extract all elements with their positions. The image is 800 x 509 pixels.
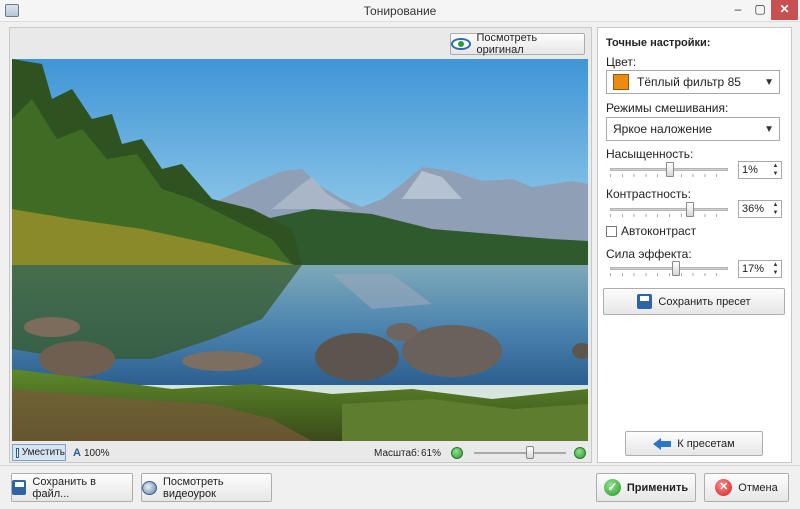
- saturation-slider-thumb[interactable]: [666, 162, 675, 177]
- strength-slider-track[interactable]: [610, 267, 728, 270]
- footer-bar: Сохранить в файл... Посмотреть видеоурок…: [0, 465, 800, 509]
- cancel-button[interactable]: ✕ Отмена: [704, 473, 789, 502]
- zoom-minus-icon[interactable]: [451, 447, 463, 459]
- minimize-button[interactable]: –: [727, 0, 749, 20]
- color-value: Тёплый фильтр 85: [637, 75, 741, 89]
- blend-value: Яркое наложение: [613, 122, 713, 136]
- apply-button[interactable]: ✓ Применить: [596, 473, 696, 502]
- zoom-slider-thumb[interactable]: [526, 446, 535, 459]
- zoom-label: Масштаб:: [374, 448, 420, 459]
- color-swatch: [613, 74, 629, 90]
- window-title: Тонирование: [363, 4, 437, 18]
- contrast-slider-thumb[interactable]: [686, 202, 695, 217]
- original-size-icon: A: [73, 447, 81, 459]
- preview-toolbar: Уместить A 100% Масштаб: 61%: [9, 443, 592, 463]
- blend-mode-select[interactable]: Яркое наложение ▼: [606, 117, 780, 141]
- fit-label: Уместить: [21, 447, 65, 458]
- landscape-image: [12, 59, 588, 441]
- close-icon: ✕: [715, 479, 733, 496]
- strength-ticks: [610, 273, 728, 276]
- save-preset-button[interactable]: Сохранить пресет: [603, 288, 785, 315]
- cancel-label: Отмена: [738, 481, 778, 494]
- video-icon: [142, 480, 157, 495]
- zoom-plus-icon[interactable]: [574, 447, 586, 459]
- autocontrast-label: Автоконтраст: [621, 224, 697, 238]
- save-to-file-button[interactable]: Сохранить в файл...: [11, 473, 133, 502]
- settings-panel: Точные настройки: Цвет: Тёплый фильтр 85…: [597, 27, 792, 463]
- contrast-slider-track[interactable]: [610, 208, 728, 211]
- arrow-left-icon: [653, 437, 672, 451]
- saturation-value: 1%: [742, 164, 758, 176]
- color-label: Цвет:: [606, 55, 637, 69]
- fit-icon: [16, 447, 19, 458]
- eye-icon: [451, 38, 471, 50]
- autocontrast-checkbox[interactable]: [606, 225, 617, 237]
- strength-spinbox[interactable]: 17% ▲ ▼: [738, 260, 782, 278]
- contrast-ticks: [610, 214, 728, 217]
- saturation-label: Насыщенность:: [606, 147, 694, 161]
- settings-title: Точные настройки:: [606, 37, 711, 49]
- save-icon: [637, 294, 653, 309]
- view-original-label: Посмотреть оригинал: [476, 32, 538, 56]
- watch-video-label: Посмотреть видеоурок: [162, 475, 224, 500]
- title-bar: Тонирование – ▢ ✕: [0, 0, 800, 22]
- back-to-presets-button[interactable]: К пресетам: [625, 431, 763, 456]
- original-size-label: 100%: [83, 447, 110, 459]
- photo-preview[interactable]: [12, 59, 588, 441]
- strength-label: Сила эффекта:: [606, 247, 692, 261]
- chevron-down-icon: ▼: [764, 77, 774, 88]
- color-select[interactable]: Тёплый фильтр 85 ▼: [606, 70, 780, 94]
- blend-label: Режимы смешивания:: [606, 101, 729, 115]
- strength-value: 17%: [742, 263, 765, 275]
- save-icon: [12, 480, 27, 495]
- contrast-spinbox[interactable]: 36% ▲ ▼: [738, 200, 782, 218]
- close-button[interactable]: ✕: [771, 0, 798, 20]
- save-preset-label: Сохранить пресет: [658, 295, 751, 308]
- original-size-button[interactable]: A 100%: [73, 447, 110, 459]
- saturation-spinbox[interactable]: 1% ▲ ▼: [738, 161, 782, 179]
- zoom-value: 61%: [421, 448, 442, 459]
- autocontrast-checkbox-row[interactable]: Автоконтраст: [606, 224, 696, 238]
- view-original-button[interactable]: Посмотреть оригинал: [450, 32, 585, 56]
- zoom-slider-track[interactable]: [474, 452, 566, 454]
- maximize-button[interactable]: ▢: [749, 0, 771, 20]
- spin-arrows-icon[interactable]: ▲ ▼: [771, 201, 780, 217]
- strength-slider-thumb[interactable]: [672, 261, 681, 276]
- apply-label: Применить: [626, 481, 689, 494]
- watch-video-button[interactable]: Посмотреть видеоурок: [141, 473, 272, 502]
- back-to-presets-label: К пресетам: [677, 437, 735, 450]
- contrast-value: 36%: [742, 203, 765, 215]
- spin-arrows-icon[interactable]: ▲ ▼: [771, 162, 780, 178]
- contrast-label: Контрастность:: [606, 187, 692, 201]
- check-icon: ✓: [603, 479, 621, 496]
- chevron-down-icon: ▼: [764, 124, 774, 135]
- fit-button[interactable]: Уместить: [12, 444, 66, 461]
- spin-arrows-icon[interactable]: ▲ ▼: [771, 261, 780, 277]
- save-to-file-label: Сохранить в файл...: [32, 475, 96, 500]
